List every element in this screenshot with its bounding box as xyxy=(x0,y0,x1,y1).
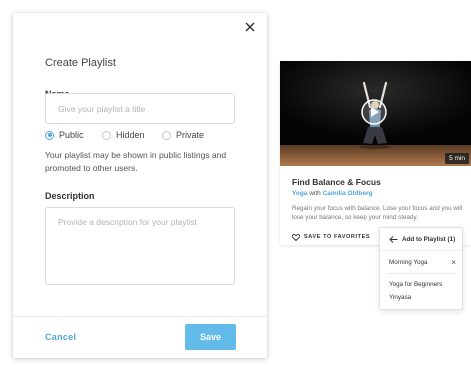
save-to-favorites-label: SAVE TO FAVORITES xyxy=(304,234,371,240)
radio-hidden-label: Hidden xyxy=(116,130,145,140)
playlist-description-input[interactable] xyxy=(45,207,235,285)
popover-divider xyxy=(380,250,462,251)
play-icon[interactable] xyxy=(361,99,387,125)
video-description: Regain your focus with balance. Lose you… xyxy=(292,205,463,221)
popover-divider xyxy=(387,273,455,274)
video-title[interactable]: Find Balance & Focus xyxy=(292,177,381,187)
radio-circle-checked xyxy=(45,130,54,140)
radio-circle xyxy=(102,130,111,140)
footer-divider xyxy=(13,316,267,317)
radio-hidden[interactable]: Hidden xyxy=(102,130,145,140)
playlist-option[interactable]: Yoga for Beginners xyxy=(389,281,456,288)
radio-public-label: Public xyxy=(59,130,84,140)
video-meta: Yoga with Camilla Oldberg xyxy=(292,190,372,197)
description-label: Description xyxy=(45,191,95,201)
radio-circle xyxy=(162,130,171,140)
radio-public[interactable]: Public xyxy=(45,130,84,140)
playlist-option-label: Morning Yoga xyxy=(389,259,428,266)
playlist-option-label: Yinyasa xyxy=(389,294,412,301)
add-to-playlist-popover: Add to Playlist (1) Morning Yoga × Yoga … xyxy=(379,227,463,310)
category-link[interactable]: Yoga xyxy=(292,190,307,197)
playlist-option-label: Yoga for Beginners xyxy=(389,281,443,288)
heart-icon xyxy=(291,228,301,246)
arrow-left-icon xyxy=(389,230,398,248)
video-thumbnail[interactable]: 5 min xyxy=(280,61,471,166)
save-to-favorites-button[interactable]: SAVE TO FAVORITES xyxy=(291,228,371,246)
playlist-option-selected[interactable]: Morning Yoga × xyxy=(389,258,456,266)
video-card: 5 min Find Balance & Focus Yoga with Cam… xyxy=(280,61,471,245)
with-text: with xyxy=(309,190,321,197)
close-icon[interactable]: × xyxy=(451,258,456,266)
save-button[interactable]: Save xyxy=(185,324,236,350)
radio-private-label: Private xyxy=(176,130,205,140)
cancel-button[interactable]: Cancel xyxy=(45,332,76,342)
playlist-option[interactable]: Yinyasa xyxy=(389,294,456,301)
duration-badge: 5 min xyxy=(445,153,469,164)
instructor-link[interactable]: Camilla Oldberg xyxy=(323,190,373,197)
create-playlist-modal: Create Playlist Name Public Hidden Priva… xyxy=(13,13,267,358)
popover-title: Add to Playlist (1) xyxy=(402,235,456,243)
playlist-name-input[interactable] xyxy=(45,93,235,124)
visibility-help-text: Your playlist may be shown in public lis… xyxy=(45,150,227,173)
popover-back-button[interactable]: Add to Playlist (1) xyxy=(380,228,462,250)
modal-title: Create Playlist xyxy=(45,57,116,69)
radio-private[interactable]: Private xyxy=(162,130,204,140)
close-icon[interactable] xyxy=(243,20,257,34)
